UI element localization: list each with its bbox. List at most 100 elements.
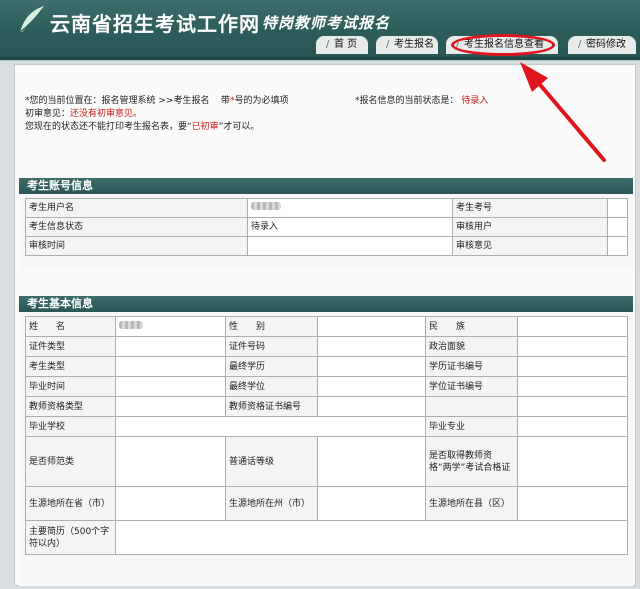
mandarin-level-value	[317, 436, 426, 487]
ethnicity-value	[517, 316, 628, 337]
mandarin-level-label: 普通话等级	[225, 436, 318, 487]
table-row: 毕业时间 最终学位 学位证书编号	[25, 376, 628, 397]
username-label: 考生用户名	[25, 198, 248, 218]
basic-info-table: 姓 名 性 别 民 族 证件类型 证件号码 政治面貌 考生类型 最终学历 学历证…	[25, 316, 628, 555]
annotation-ellipse	[451, 34, 555, 56]
nav-home[interactable]: / 首 页	[316, 36, 368, 54]
status-notice: *您的当前位置在：报名管理系统 >>考生报名 带*号的为必填项 *报名信息的当前…	[25, 95, 625, 134]
qualification-exam-label: 是否取得教师资格“两学”考试合格证	[425, 436, 518, 487]
review-opinion-label: 审核意见	[452, 236, 608, 256]
nav-divider: /	[578, 39, 582, 50]
education-label: 最终学历	[225, 356, 318, 377]
table-row: 姓 名 性 别 民 族	[25, 316, 628, 337]
degree-value	[317, 376, 426, 397]
table-row: 是否师范类 普通话等级 是否取得教师资格“两学”考试合格证	[25, 436, 628, 487]
diploma-number-value	[517, 356, 628, 377]
reviewer-label: 审核用户	[452, 217, 608, 237]
resume-label: 主要简历（500个字符以内）	[25, 520, 116, 555]
resume-value	[115, 520, 628, 555]
masked-name	[119, 320, 143, 329]
table-row: 主要简历（500个字符以内）	[25, 520, 628, 555]
site-header: 云南省招生考试工作网 特岗教师考试报名 / 首 页 / 考生报名 / 考生报名信息查看…	[0, 0, 640, 57]
political-value	[517, 336, 628, 357]
basic-section-title: 考生基本信息	[19, 296, 633, 312]
degree-number-value	[517, 376, 628, 397]
source-province-label: 生源地所在省（市）	[25, 486, 116, 521]
review-label: 初审意见：	[25, 109, 71, 119]
content-panel: *您的当前位置在：报名管理系统 >>考生报名 带*号的为必填项 *报名信息的当前…	[14, 64, 636, 586]
candidate-type-label: 考生类型	[25, 356, 116, 377]
masked-username	[251, 202, 281, 210]
info-status-label: 考生信息状态	[25, 217, 248, 237]
political-label: 政治面貌	[425, 336, 518, 357]
source-county-value	[517, 486, 628, 521]
gender-value	[317, 316, 426, 337]
status-prefix: *报名信息的当前状态是：	[355, 96, 459, 106]
graduation-time-value	[115, 376, 226, 397]
breadcrumb: *您的当前位置在：报名管理系统 >>考生报名	[25, 96, 210, 106]
review-time-value	[247, 236, 453, 256]
diploma-number-label: 学历证书编号	[425, 356, 518, 377]
account-info-table: 考生用户名 考生考号 考生信息状态 待录入 审核用户 审核时间 审核意见	[25, 198, 628, 256]
ethnicity-label: 民 族	[425, 316, 518, 337]
nav-divider: /	[386, 39, 390, 50]
print-notice-post: ”才可以。	[218, 122, 260, 132]
gender-label: 性 别	[225, 316, 318, 337]
source-prefecture-value	[317, 486, 426, 521]
review-opinion-value	[607, 236, 628, 256]
review-value: 还没有初审意见。	[70, 109, 143, 119]
site-title: 云南省招生考试工作网	[50, 12, 260, 36]
status-value: 待录入	[461, 96, 489, 106]
username-value	[247, 198, 453, 218]
empty-value-cell	[517, 396, 628, 417]
school-value	[115, 416, 426, 437]
leaf-logo-icon	[19, 6, 44, 33]
table-row: 审核时间 审核意见	[25, 236, 628, 256]
required-hint-pre: 带	[220, 96, 230, 106]
print-notice-pre: 您现在的状态还不能打印考生报名表，要“	[25, 122, 192, 132]
id-type-value	[115, 336, 226, 357]
required-hint: 带*号的为必填项	[212, 96, 289, 106]
nav-divider: /	[326, 39, 330, 50]
source-prefecture-label: 生源地所在州（市）	[225, 486, 318, 521]
table-row: 考生信息状态 待录入 审核用户	[25, 217, 628, 237]
major-value	[517, 416, 628, 437]
account-section-title: 考生账号信息	[19, 178, 633, 194]
candidate-type-value	[115, 356, 226, 377]
nav-register[interactable]: / 考生报名	[376, 36, 438, 54]
account-info-section: 考生账号信息 考生用户名 考生考号 考生信息状态 待录入 审核用户 审核时间 审…	[19, 178, 633, 270]
nav-change-password-label: 密码修改	[586, 39, 626, 50]
name-value	[115, 316, 226, 337]
major-label: 毕业专业	[425, 416, 518, 437]
degree-number-label: 学位证书编号	[425, 376, 518, 397]
nav-home-label: 首 页	[334, 39, 358, 50]
id-number-label: 证件号码	[225, 336, 318, 357]
print-notice-highlight: 已初审	[191, 122, 219, 132]
source-county-label: 生源地所在县（区）	[425, 486, 518, 521]
education-value	[317, 356, 426, 377]
source-province-value	[115, 486, 226, 521]
id-type-label: 证件类型	[25, 336, 116, 357]
degree-label: 最终学位	[225, 376, 318, 397]
table-row: 毕业学校 毕业专业	[25, 416, 628, 437]
teacher-cert-number-label: 教师资格证书编号	[225, 396, 318, 417]
name-label: 姓 名	[25, 316, 116, 337]
system-subtitle: 特岗教师考试报名	[262, 14, 391, 32]
nav-change-password[interactable]: / 密码修改	[568, 36, 636, 54]
normal-school-label: 是否师范类	[25, 436, 116, 487]
school-label: 毕业学校	[25, 416, 116, 437]
normal-school-value	[115, 436, 226, 487]
teacher-cert-type-value	[115, 396, 226, 417]
review-time-label: 审核时间	[25, 236, 248, 256]
empty-label-cell	[425, 396, 518, 417]
table-row: 考生用户名 考生考号	[25, 198, 628, 218]
table-row: 生源地所在省（市） 生源地所在州（市） 生源地所在县（区）	[25, 486, 628, 521]
teacher-cert-type-label: 教师资格类型	[25, 396, 116, 417]
required-hint-post: 号的为必填项	[234, 96, 289, 106]
header-divider	[0, 57, 640, 61]
reviewer-value	[607, 217, 628, 237]
qualification-exam-value	[517, 436, 628, 487]
table-row: 考生类型 最终学历 学历证书编号	[25, 356, 628, 377]
nav-register-label: 考生报名	[394, 39, 434, 50]
exam-number-value	[607, 198, 628, 218]
